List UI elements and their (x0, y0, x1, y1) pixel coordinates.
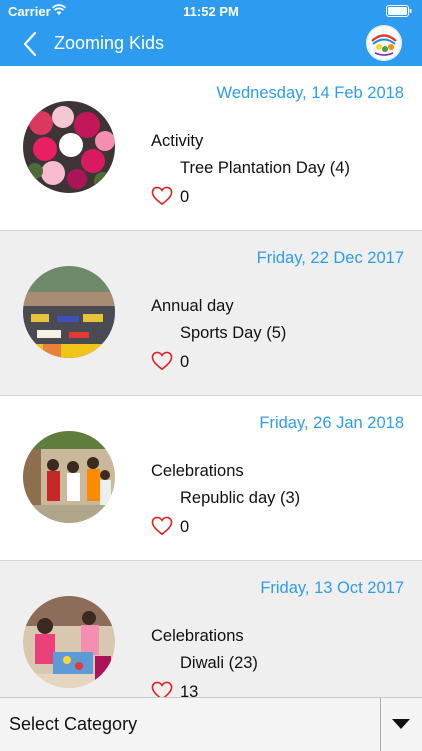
post-card[interactable]: Friday, 13 Oct 2017 Celebrations Diwali … (0, 561, 422, 697)
post-date: Friday, 22 Dec 2017 (256, 249, 404, 267)
post-card[interactable]: Friday, 26 Jan 2018 Celebrations Republi… (0, 396, 422, 561)
clock: 11:52 PM (183, 4, 239, 19)
post-category: Celebrations (151, 462, 244, 480)
back-icon[interactable] (22, 31, 38, 57)
post-event[interactable]: Diwali (23) (180, 654, 258, 673)
post-date: Wednesday, 14 Feb 2018 (216, 84, 404, 102)
post-category: Activity (151, 132, 204, 150)
post-card[interactable]: Friday, 22 Dec 2017 Annual day Sports Da… (0, 231, 422, 396)
post-thumbnail[interactable] (23, 596, 115, 688)
like-count: 0 (180, 518, 190, 536)
post-thumbnail[interactable] (23, 101, 115, 193)
post-event[interactable]: Tree Plantation Day (4) (180, 159, 350, 178)
post-thumbnail[interactable] (23, 431, 115, 523)
page-title: Zooming Kids (54, 33, 165, 53)
post-category: Celebrations (151, 627, 244, 645)
divider (380, 698, 381, 751)
post-date: Friday, 26 Jan 2018 (259, 414, 404, 432)
nav-bar: Zooming Kids (0, 22, 422, 66)
school-logo (366, 25, 402, 61)
heart-icon[interactable] (151, 351, 173, 371)
heart-icon[interactable] (151, 681, 173, 697)
category-select[interactable]: Select Category (0, 697, 422, 751)
post-card[interactable]: Wednesday, 14 Feb 2018 Activity Tree Pla… (0, 66, 422, 231)
category-select-label[interactable]: Select Category (9, 714, 137, 735)
post-list[interactable]: Wednesday, 14 Feb 2018 Activity Tree Pla… (0, 66, 422, 697)
post-thumbnail[interactable] (23, 266, 115, 358)
battery-icon (386, 5, 412, 17)
post-category: Annual day (151, 297, 234, 315)
post-event[interactable]: Sports Day (5) (180, 324, 286, 343)
heart-icon[interactable] (151, 516, 173, 536)
like-count: 0 (180, 353, 190, 371)
post-event[interactable]: Republic day (3) (180, 489, 300, 508)
like-count: 0 (180, 188, 190, 206)
heart-icon[interactable] (151, 186, 173, 206)
chevron-down-icon[interactable] (391, 718, 411, 730)
post-date: Friday, 13 Oct 2017 (260, 579, 404, 597)
status-bar: Carrier 11:52 PM (0, 0, 422, 22)
app-header: Carrier 11:52 PM Zooming Kids (0, 0, 422, 66)
like-count: 13 (180, 683, 199, 697)
